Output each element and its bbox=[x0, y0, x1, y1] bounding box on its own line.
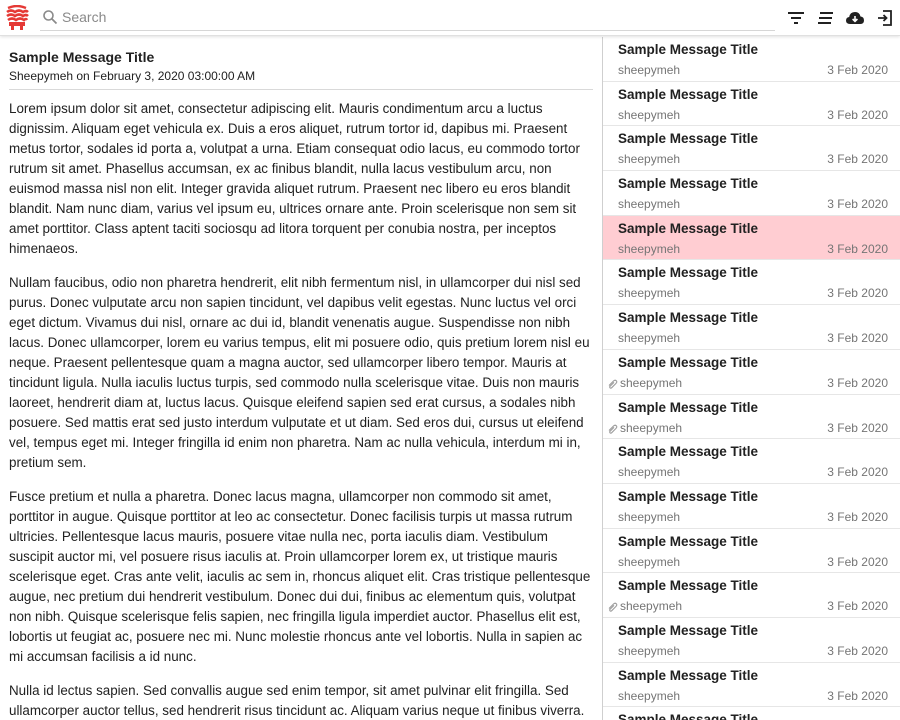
message-list-item[interactable]: Sample Message Title sheepymeh 3 Feb 2020 bbox=[603, 484, 900, 529]
list-item-title: Sample Message Title bbox=[618, 622, 759, 638]
list-item-sender: sheepymeh bbox=[618, 331, 681, 346]
header-divider bbox=[9, 89, 593, 90]
message-list-item[interactable]: Sample Message Title sheepymeh 3 Feb 2020 bbox=[603, 305, 900, 350]
list-item-date: 3 Feb 2020 bbox=[827, 375, 888, 390]
list-item-title: Sample Message Title bbox=[618, 578, 759, 594]
message-list-item[interactable]: Sample Message Title sheepymeh 3 Feb 2020 bbox=[603, 439, 900, 484]
sort-icon[interactable] bbox=[816, 8, 836, 28]
message-list-item[interactable]: Sample Message Title bbox=[603, 707, 900, 720]
list-item-sender: sheepymeh bbox=[618, 554, 681, 569]
message-list-item[interactable]: Sample Message Title sheepymeh 3 Feb 2020 bbox=[603, 618, 900, 663]
message-list-item[interactable]: Sample Message Title sheepymeh 3 Feb 2020 bbox=[603, 37, 900, 82]
list-item-title: Sample Message Title bbox=[618, 86, 759, 102]
list-item-date: 3 Feb 2020 bbox=[827, 286, 888, 301]
list-item-date: 3 Feb 2020 bbox=[827, 643, 888, 658]
list-item-date: 3 Feb 2020 bbox=[827, 465, 888, 480]
attachment-icon bbox=[607, 600, 618, 612]
list-item-date: 3 Feb 2020 bbox=[827, 197, 888, 212]
list-item-date: 3 Feb 2020 bbox=[827, 688, 888, 703]
list-item-sender: sheepymeh bbox=[618, 643, 681, 658]
message-list-item[interactable]: Sample Message Title sheepymeh 3 Feb 2020 bbox=[603, 529, 900, 574]
list-item-date: 3 Feb 2020 bbox=[827, 107, 888, 122]
attachment-icon bbox=[607, 422, 618, 434]
list-item-sender: sheepymeh bbox=[618, 197, 681, 212]
list-item-title: Sample Message Title bbox=[618, 712, 759, 720]
filter-icon[interactable] bbox=[786, 8, 806, 28]
cloud-download-icon[interactable] bbox=[845, 8, 865, 28]
list-item-title: Sample Message Title bbox=[618, 354, 759, 370]
list-item-title: Sample Message Title bbox=[618, 220, 759, 236]
list-item-sender: sheepymeh bbox=[618, 688, 681, 703]
list-item-date: 3 Feb 2020 bbox=[827, 241, 888, 256]
message-meta: Sheepymeh on February 3, 2020 03:00:00 A… bbox=[9, 69, 256, 83]
list-item-sender: sheepymeh bbox=[620, 420, 683, 435]
list-item-sender: sheepymeh bbox=[620, 375, 683, 390]
logout-icon[interactable] bbox=[875, 8, 895, 28]
list-item-title: Sample Message Title bbox=[618, 399, 759, 415]
list-item-title: Sample Message Title bbox=[618, 488, 759, 504]
list-item-date: 3 Feb 2020 bbox=[827, 509, 888, 524]
message-reader: Sample Message Title Sheepymeh on Februa… bbox=[0, 37, 602, 720]
message-body: Lorem ipsum dolor sit amet, consectetur … bbox=[9, 99, 593, 720]
list-item-date: 3 Feb 2020 bbox=[827, 420, 888, 435]
body-paragraph: Nulla id lectus sapien. Sed convallis au… bbox=[9, 683, 585, 718]
message-list-item[interactable]: Sample Message Title sheepymeh 3 Feb 2020 bbox=[603, 82, 900, 127]
list-item-title: Sample Message Title bbox=[618, 176, 759, 192]
message-list-item[interactable]: Sample Message Title sheepymeh 3 Feb 2020 bbox=[603, 573, 900, 618]
list-item-title: Sample Message Title bbox=[618, 533, 759, 549]
body-paragraph: Fusce pretium et nulla a pharetra. Donec… bbox=[9, 489, 591, 664]
list-item-sender: sheepymeh bbox=[620, 599, 683, 614]
search-input[interactable] bbox=[62, 6, 762, 28]
top-bar bbox=[0, 0, 900, 36]
sheep-logo-icon[interactable] bbox=[5, 4, 29, 31]
list-item-date: 3 Feb 2020 bbox=[827, 63, 888, 77]
list-item-sender: sheepymeh bbox=[618, 152, 681, 167]
message-list-item[interactable]: Sample Message Title sheepymeh 3 Feb 2020 bbox=[603, 260, 900, 306]
list-item-date: 3 Feb 2020 bbox=[827, 599, 888, 614]
list-item-title: Sample Message Title bbox=[618, 667, 759, 683]
attachment-icon bbox=[607, 377, 618, 389]
list-item-date: 3 Feb 2020 bbox=[827, 152, 888, 167]
list-item-date: 3 Feb 2020 bbox=[827, 331, 888, 346]
list-item-title: Sample Message Title bbox=[618, 310, 759, 326]
list-item-sender: sheepymeh bbox=[618, 107, 681, 122]
message-list-item[interactable]: Sample Message Title sheepymeh 3 Feb 2020 bbox=[603, 215, 900, 261]
list-item-sender: sheepymeh bbox=[618, 63, 681, 77]
search-icon bbox=[42, 9, 58, 25]
list-item-sender: sheepymeh bbox=[618, 241, 681, 256]
message-title: Sample Message Title bbox=[9, 49, 155, 65]
body-paragraph: Lorem ipsum dolor sit amet, consectetur … bbox=[9, 101, 580, 256]
message-list-item[interactable]: Sample Message Title sheepymeh 3 Feb 2020 bbox=[603, 126, 900, 172]
list-item-date: 3 Feb 2020 bbox=[827, 554, 888, 569]
list-item-sender: sheepymeh bbox=[618, 286, 681, 301]
search-bar bbox=[40, 5, 775, 31]
list-item-title: Sample Message Title bbox=[618, 444, 759, 460]
message-list-item[interactable]: Sample Message Title sheepymeh 3 Feb 2020 bbox=[603, 350, 900, 395]
message-list[interactable]: Sample Message Title sheepymeh 3 Feb 2020 S… bbox=[603, 37, 900, 720]
list-item-sender: sheepymeh bbox=[618, 465, 681, 480]
list-item-title: Sample Message Title bbox=[618, 265, 759, 281]
list-item-sender: sheepymeh bbox=[618, 509, 681, 524]
message-list-item[interactable]: Sample Message Title sheepymeh 3 Feb 2020 bbox=[603, 395, 900, 440]
list-item-title: Sample Message Title bbox=[618, 131, 759, 147]
message-list-item[interactable]: Sample Message Title sheepymeh 3 Feb 2020 bbox=[603, 663, 900, 708]
message-list-item[interactable]: Sample Message Title sheepymeh 3 Feb 2020 bbox=[603, 171, 900, 216]
body-paragraph: Nullam faucibus, odio non pharetra hendr… bbox=[9, 275, 590, 470]
list-item-title: Sample Message Title bbox=[618, 42, 759, 57]
